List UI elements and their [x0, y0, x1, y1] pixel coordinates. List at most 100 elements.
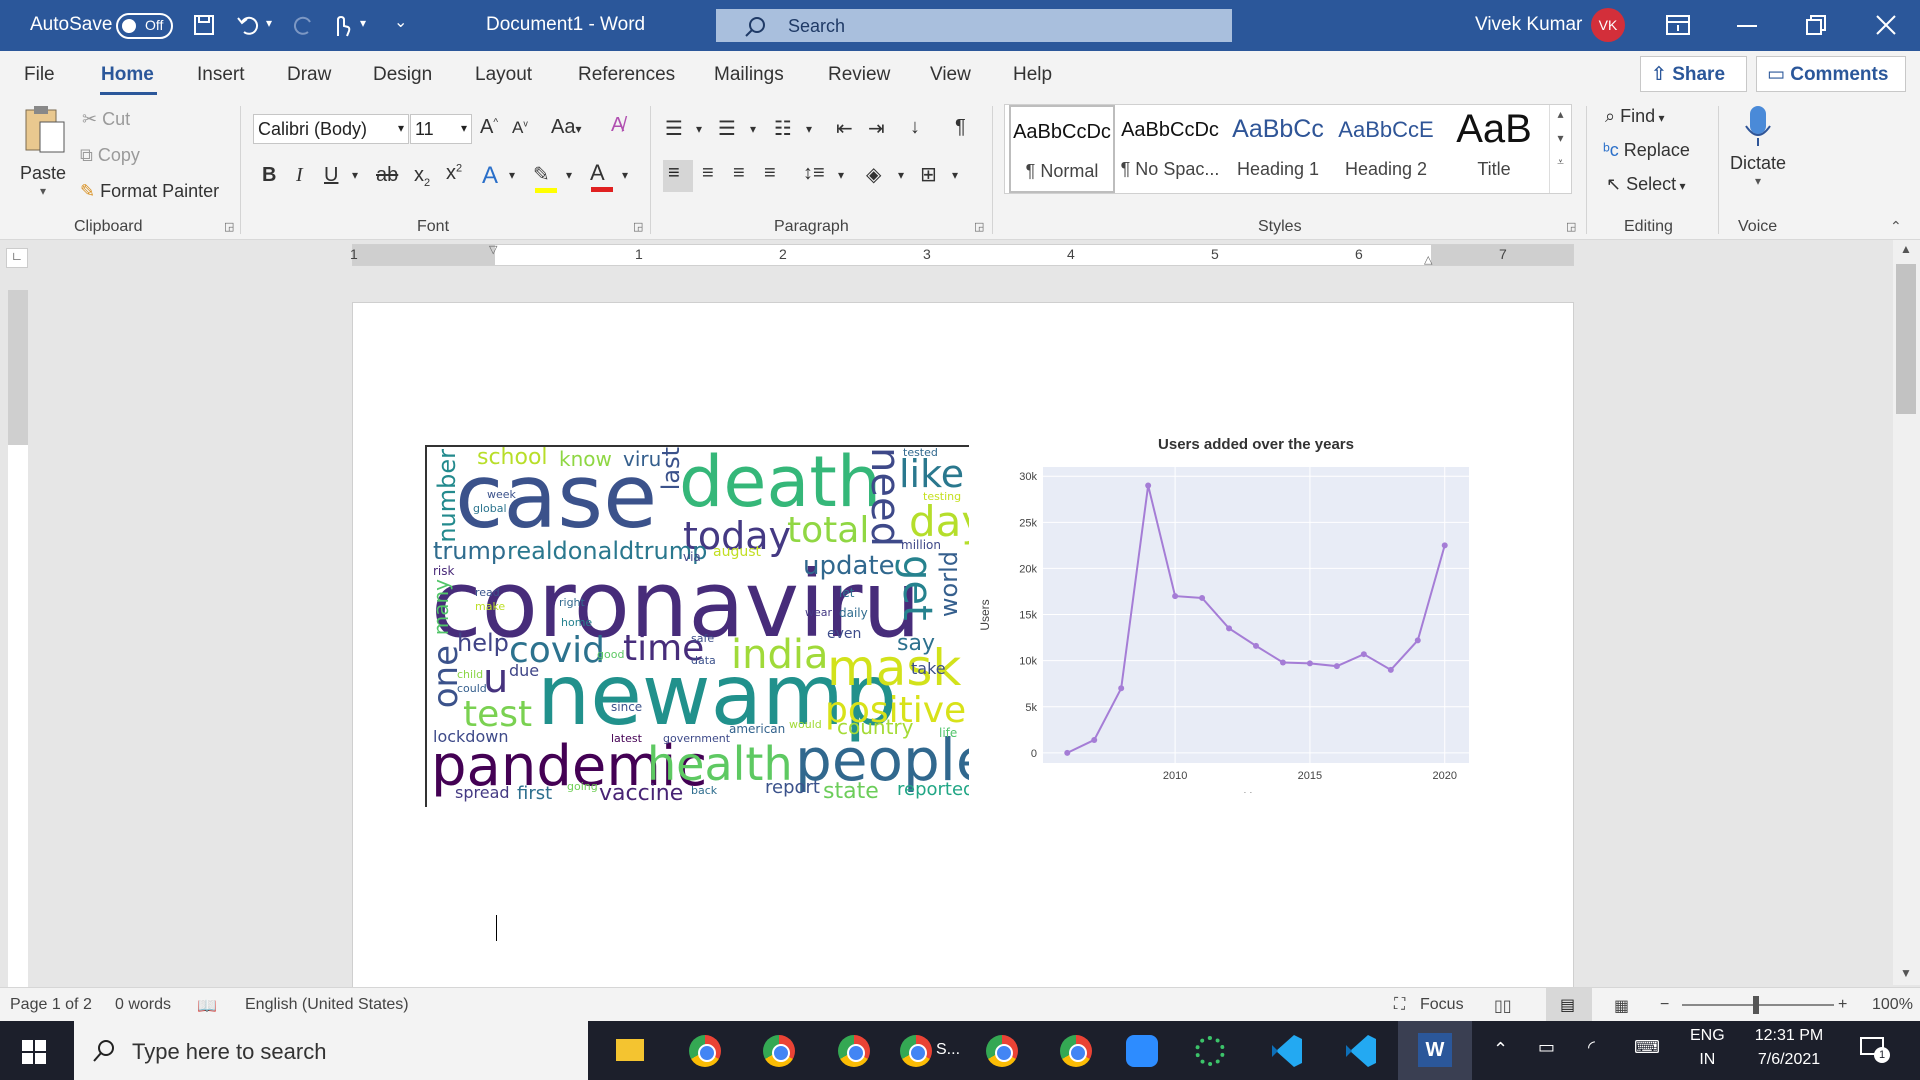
- increase-indent-icon[interactable]: ⇥: [868, 116, 885, 141]
- numbering-icon[interactable]: ☰: [718, 116, 736, 141]
- avatar[interactable]: VK: [1591, 8, 1625, 42]
- tab-draw[interactable]: Draw: [287, 64, 331, 86]
- bold-icon[interactable]: B: [262, 164, 276, 187]
- style-normal[interactable]: AaBbCcDc ¶ Normal: [1009, 105, 1115, 193]
- multilevel-dropdown-icon[interactable]: ▾: [806, 122, 812, 136]
- cut-button[interactable]: ✂ Cut: [82, 109, 130, 130]
- text-effects-icon[interactable]: A: [482, 162, 498, 190]
- read-mode-icon[interactable]: ▯▯: [1494, 996, 1512, 1016]
- collapse-ribbon-icon[interactable]: ⌃: [1890, 218, 1902, 235]
- language[interactable]: English (United States): [245, 996, 409, 1014]
- focus-icon[interactable]: ⛶: [1394, 996, 1405, 1014]
- zoom-out-icon[interactable]: −: [1660, 996, 1669, 1014]
- chrome-icon[interactable]: [1054, 1029, 1098, 1073]
- numbering-dropdown-icon[interactable]: ▾: [750, 122, 756, 136]
- borders-dropdown-icon[interactable]: ▾: [952, 168, 958, 182]
- tab-insert[interactable]: Insert: [197, 64, 245, 86]
- paste-button[interactable]: Paste ▾: [14, 104, 72, 214]
- scroll-up-icon[interactable]: ▲: [1900, 242, 1912, 256]
- tab-help[interactable]: Help: [1013, 64, 1052, 86]
- vertical-scrollbar[interactable]: ▲ ▼: [1893, 240, 1920, 985]
- scroll-thumb[interactable]: [1896, 264, 1916, 414]
- undo-icon[interactable]: [236, 14, 260, 36]
- tab-selector[interactable]: ∟: [6, 248, 28, 268]
- zoom-level[interactable]: 100%: [1872, 996, 1913, 1014]
- close-icon[interactable]: [1876, 15, 1896, 35]
- tab-view[interactable]: View: [930, 64, 971, 86]
- word-count[interactable]: 0 words: [115, 996, 171, 1014]
- chevron-up-icon[interactable]: ▴: [1550, 107, 1571, 121]
- tab-references[interactable]: References: [578, 64, 675, 86]
- tab-layout[interactable]: Layout: [475, 64, 532, 86]
- decrease-indent-icon[interactable]: ⇤: [836, 116, 853, 141]
- tab-review[interactable]: Review: [828, 64, 890, 86]
- grow-font-icon[interactable]: A^: [480, 116, 498, 139]
- bullets-dropdown-icon[interactable]: ▾: [696, 122, 702, 136]
- chrome-icon[interactable]: [980, 1029, 1024, 1073]
- vscode-icon[interactable]: [1264, 1029, 1308, 1073]
- font-launcher-icon[interactable]: ◲: [633, 220, 643, 233]
- zoom-app-icon[interactable]: [1120, 1029, 1164, 1073]
- sort-icon[interactable]: ↓: [910, 116, 920, 139]
- replace-button[interactable]: ᵇc Replace: [1603, 140, 1690, 161]
- highlight-icon[interactable]: ✎: [533, 162, 559, 193]
- superscript-icon[interactable]: x2: [446, 162, 462, 185]
- tab-design[interactable]: Design: [373, 64, 432, 86]
- font-family-select[interactable]: Calibri (Body) ▾: [253, 114, 409, 144]
- zoom-slider-thumb[interactable]: [1753, 996, 1759, 1014]
- shading-dropdown-icon[interactable]: ▾: [898, 168, 904, 182]
- word-taskbar-button[interactable]: W: [1398, 1021, 1472, 1080]
- clock[interactable]: 12:31 PM 7/6/2021: [1746, 1027, 1832, 1069]
- copy-button[interactable]: ⧉ Copy: [80, 145, 140, 166]
- zoom-in-icon[interactable]: +: [1838, 996, 1847, 1014]
- horizontal-ruler[interactable]: 1 1 2 3 4 5 6 7 ▽ △: [350, 243, 1574, 266]
- paragraph-launcher-icon[interactable]: ◲: [974, 220, 984, 233]
- more-styles-icon[interactable]: ⩡: [1550, 155, 1571, 170]
- align-right-icon[interactable]: ≡: [733, 162, 745, 185]
- comments-button[interactable]: ▭ Comments: [1756, 56, 1906, 92]
- multilevel-list-icon[interactable]: ☷: [774, 116, 792, 141]
- page-count[interactable]: Page 1 of 2: [10, 996, 92, 1014]
- line-spacing-dropdown-icon[interactable]: ▾: [838, 168, 844, 182]
- document-page[interactable]: case death coronaviru newamp pandemic he…: [352, 302, 1574, 992]
- chevron-up-icon[interactable]: ⌃: [1493, 1039, 1508, 1060]
- touch-dropdown-icon[interactable]: ▾: [360, 16, 366, 30]
- chevron-down-icon[interactable]: ▾: [1550, 131, 1571, 145]
- font-color-dropdown-icon[interactable]: ▾: [622, 168, 628, 182]
- highlight-dropdown-icon[interactable]: ▾: [566, 168, 572, 182]
- autosave-toggle[interactable]: Off: [116, 13, 173, 39]
- underline-icon[interactable]: U: [324, 164, 338, 187]
- restore-icon[interactable]: [1806, 15, 1826, 35]
- chrome-icon[interactable]: [757, 1029, 801, 1073]
- ribbon-display-options-icon[interactable]: [1666, 15, 1690, 35]
- style-title[interactable]: AaB Title: [1441, 105, 1547, 193]
- text-effects-dropdown-icon[interactable]: ▾: [509, 168, 515, 182]
- style-heading-2[interactable]: AaBbCcE Heading 2: [1333, 105, 1439, 193]
- change-case-icon[interactable]: Aa▾: [551, 116, 582, 139]
- battery-icon[interactable]: ▭: [1538, 1037, 1555, 1058]
- chrome-icon[interactable]: [683, 1029, 727, 1073]
- loading-app-icon[interactable]: [1188, 1029, 1232, 1073]
- focus-label[interactable]: Focus: [1420, 996, 1464, 1014]
- file-explorer-icon[interactable]: [608, 1029, 652, 1073]
- underline-dropdown-icon[interactable]: ▾: [352, 168, 358, 182]
- style-heading-1[interactable]: AaBbCc Heading 1: [1225, 105, 1331, 193]
- keyboard-icon[interactable]: ⌨: [1634, 1037, 1660, 1058]
- find-button[interactable]: ⌕ Find ▾: [1605, 106, 1664, 127]
- style-no-spacing[interactable]: AaBbCcDc ¶ No Spac...: [1117, 105, 1223, 193]
- tab-mailings[interactable]: Mailings: [714, 64, 784, 86]
- line-spacing-icon[interactable]: ↕≡: [803, 162, 825, 185]
- bullets-icon[interactable]: ☰: [665, 116, 683, 141]
- dictate-button[interactable]: Dictate ▾: [1726, 104, 1790, 188]
- font-color-icon[interactable]: A: [590, 160, 616, 192]
- tab-home[interactable]: Home: [101, 64, 154, 86]
- shading-icon[interactable]: ◈: [866, 162, 881, 187]
- italic-icon[interactable]: I: [296, 164, 303, 187]
- right-indent-marker-icon[interactable]: △: [1424, 253, 1432, 266]
- styles-launcher-icon[interactable]: ◲: [1566, 220, 1576, 233]
- subscript-icon[interactable]: x2: [414, 164, 430, 189]
- proofing-icon[interactable]: 📖: [197, 996, 217, 1016]
- undo-dropdown-icon[interactable]: ▾: [266, 16, 272, 30]
- indent-marker-icon[interactable]: ▽: [489, 243, 497, 256]
- share-button[interactable]: ⇧ Share: [1640, 56, 1747, 92]
